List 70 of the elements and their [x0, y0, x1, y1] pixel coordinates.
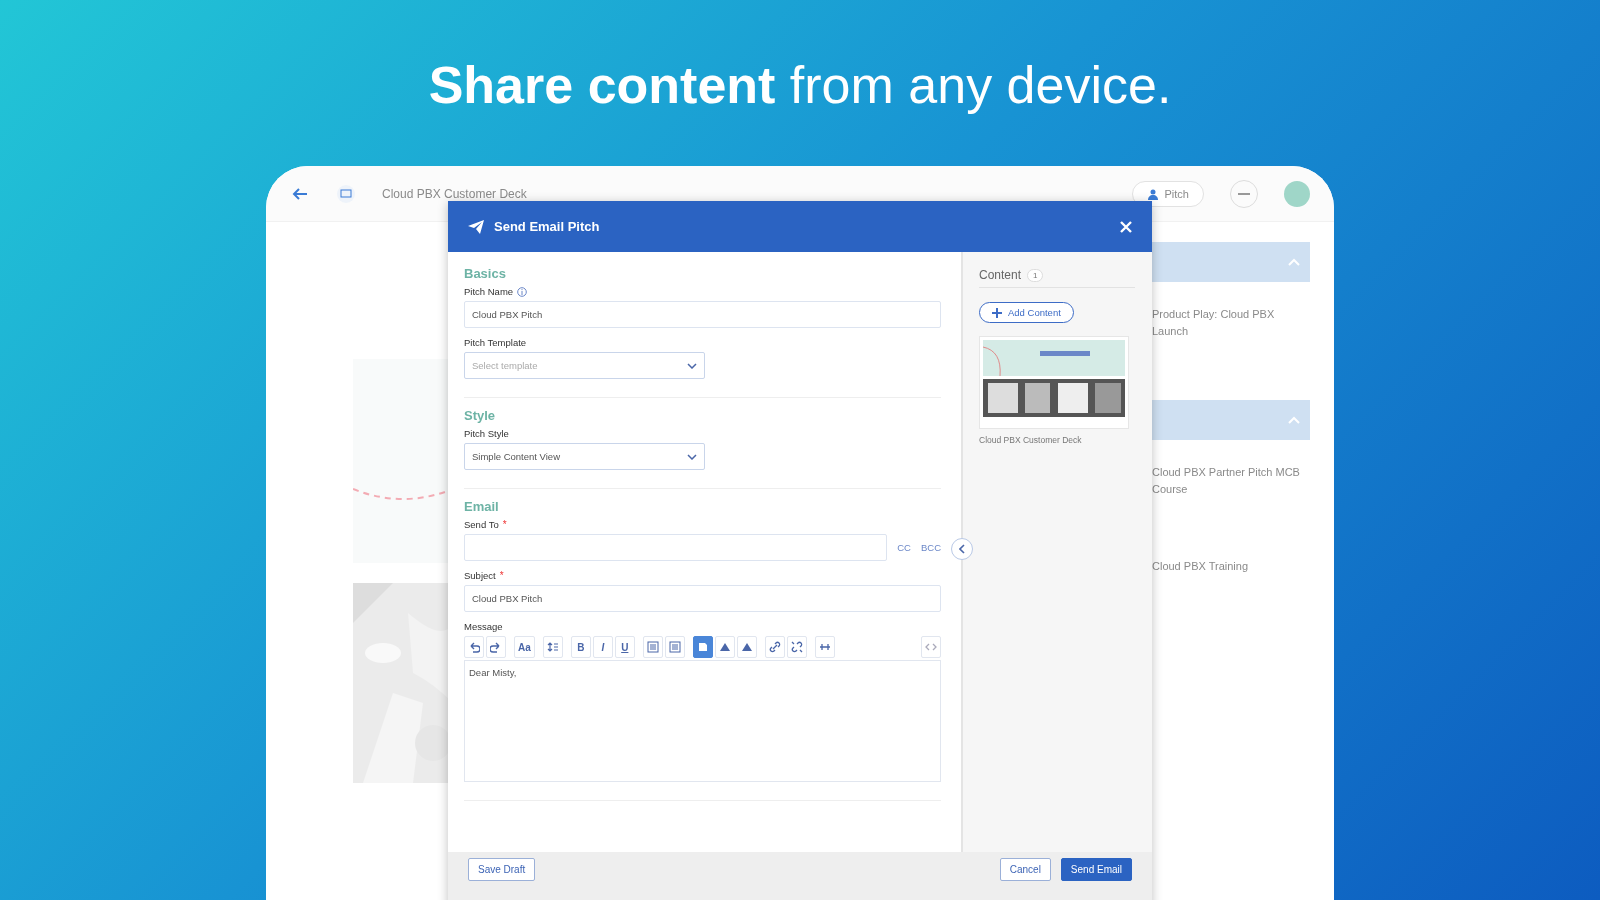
- rule-button[interactable]: [814, 636, 835, 658]
- fill-button[interactable]: [692, 636, 713, 658]
- dropdown[interactable]: Simple Content View: [464, 443, 705, 470]
- section-heading: Style: [464, 408, 497, 423]
- field-label: Pitch Name: [464, 286, 514, 297]
- color-button[interactable]: [736, 636, 757, 658]
- font-size-button[interactable]: Aa: [514, 636, 535, 658]
- required-mark: *: [502, 519, 507, 530]
- bold-button[interactable]: B: [570, 636, 591, 658]
- section-heading: Email: [464, 499, 500, 514]
- italic-button[interactable]: I: [592, 636, 613, 658]
- document-title: Cloud PBX Customer Deck: [382, 186, 528, 201]
- panel-title: Content: [979, 268, 1022, 282]
- text-field[interactable]: Cloud PBX Pitch: [464, 585, 941, 612]
- list-button[interactable]: [664, 636, 685, 658]
- field-label: Pitch Template: [464, 337, 527, 348]
- unlink-button[interactable]: [786, 636, 807, 658]
- redo-icon: [490, 641, 502, 653]
- minus-icon: [1238, 192, 1250, 195]
- cancel-button[interactable]: Cancel: [999, 858, 1051, 881]
- unlink-icon: [790, 641, 803, 653]
- chevron-left-icon: [959, 544, 965, 554]
- paper-plane-icon: [468, 219, 484, 234]
- undo-icon: [468, 641, 480, 653]
- list-icon: [668, 641, 681, 653]
- count-badge: 1: [1027, 268, 1044, 282]
- pitch-button[interactable]: Pitch: [1131, 180, 1204, 207]
- chevron-down-icon: [687, 453, 697, 460]
- field-label: Subject: [464, 570, 496, 581]
- list-button[interactable]: [642, 636, 663, 658]
- underline-button[interactable]: U: [614, 636, 635, 658]
- field-label: Send To: [464, 519, 499, 530]
- undo-button[interactable]: [464, 636, 484, 658]
- close-button[interactable]: [1120, 220, 1132, 233]
- chevron-up-icon: [1288, 416, 1300, 424]
- code-icon: [925, 641, 937, 653]
- dialog-title: Send Email Pitch: [494, 219, 601, 234]
- section-heading: Basics: [464, 266, 507, 281]
- recipient-field[interactable]: [464, 534, 888, 561]
- send-email-button[interactable]: Send Email: [1060, 858, 1132, 881]
- plus-icon: [992, 307, 1002, 318]
- close-icon: [1120, 220, 1132, 233]
- list-icon: [646, 641, 659, 653]
- field-label: Message: [464, 621, 503, 632]
- content-caption: Cloud PBX Customer Deck: [979, 435, 1083, 445]
- headline: Share content from any device.: [428, 55, 1172, 116]
- redo-button[interactable]: [486, 636, 506, 658]
- code-button[interactable]: [921, 636, 941, 658]
- recipient-link[interactable]: BCC: [920, 542, 941, 553]
- link-icon: [768, 641, 781, 653]
- fill-icon: [696, 641, 709, 653]
- line-spacing-button[interactable]: [542, 636, 563, 658]
- add-content-button[interactable]: Add Content: [979, 302, 1074, 323]
- text-field[interactable]: Cloud PBX Pitch: [464, 301, 941, 328]
- message-editor[interactable]: Dear Misty,: [464, 660, 941, 782]
- triangle-icon: [740, 641, 753, 653]
- recipient-link[interactable]: CC: [897, 542, 911, 553]
- color-button[interactable]: [714, 636, 735, 658]
- rule-icon: [818, 641, 831, 653]
- field-label: Pitch Style: [464, 428, 509, 439]
- line-spacing-icon: [546, 641, 559, 653]
- collapse-button[interactable]: [951, 538, 973, 560]
- required-mark: *: [499, 570, 504, 581]
- chevron-down-icon: [687, 362, 697, 369]
- link-button[interactable]: [764, 636, 785, 658]
- person-icon: [1146, 187, 1159, 200]
- triangle-icon: [718, 641, 731, 653]
- presentation-icon: [336, 183, 356, 204]
- save-draft-button[interactable]: Save Draft: [468, 858, 536, 881]
- chevron-up-icon: [1288, 258, 1300, 266]
